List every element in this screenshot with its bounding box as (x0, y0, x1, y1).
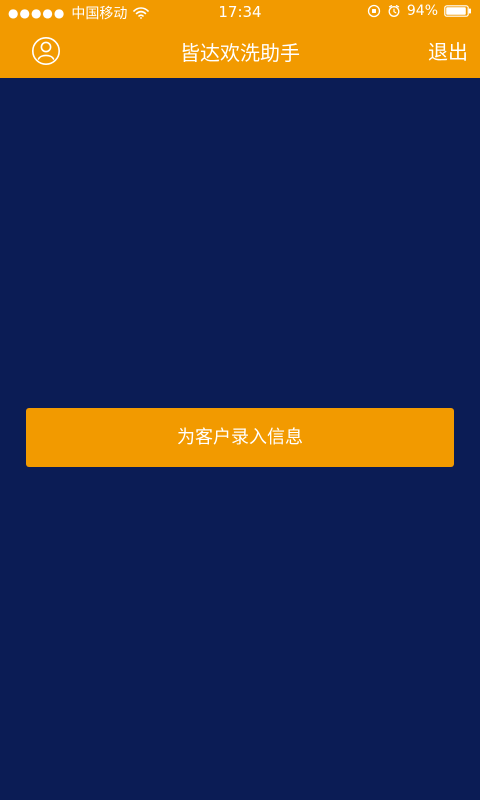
page-title: 皆达欢洗助手 (180, 41, 300, 65)
top-bar: ●●●●● 中国移动 17:34 94% 皆达欢洗助手 退出 (0, 0, 480, 78)
logout-button[interactable]: 退出 (428, 36, 468, 65)
app-header: 皆达欢洗助手 退出 (0, 24, 480, 78)
rotation-lock-icon (367, 4, 381, 18)
status-right: 94% (367, 3, 472, 19)
battery-icon (444, 5, 471, 17)
alarm-icon (388, 5, 400, 17)
battery-percent: 94% (406, 3, 438, 19)
status-bar: ●●●●● 中国移动 17:34 94% (0, 0, 480, 24)
enter-customer-info-button[interactable]: 为客户录入信息 (26, 408, 454, 467)
main-content: 为客户录入信息 (0, 78, 480, 800)
